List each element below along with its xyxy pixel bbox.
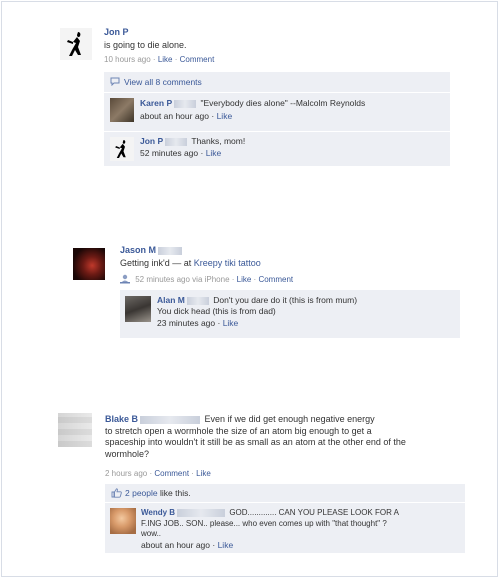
feed-story-2: Jason M Getting ink'd — at Kreepy tiki t… (73, 242, 463, 352)
comment-text-line-1: Don't you dare do it (this is from mum) (213, 295, 358, 305)
post-author[interactable]: Jason M (120, 245, 156, 255)
comment-1: Alan M Don't you dare do it (this is fro… (120, 290, 460, 339)
post-meta: 10 hours ago · Like · Comment (104, 55, 215, 64)
comment-time[interactable]: 23 minutes ago (157, 318, 215, 328)
comment-1: Karen P "Everybody dies alone" --Malcolm… (104, 93, 450, 132)
post-status: Getting ink'd — at Kreepy tiki tattoo (120, 258, 261, 268)
person-place-icon (120, 274, 130, 286)
post-time[interactable]: 52 minutes ago via iPhone (135, 275, 229, 284)
comment-link[interactable]: Comment (258, 275, 293, 284)
post-text-line-1: Even if we did get enough negative energ… (204, 414, 375, 424)
redacted-name (186, 296, 209, 305)
comment-text: "Everybody dies alone" --Malcolm Reynold… (200, 98, 366, 108)
like-link[interactable]: Like (158, 55, 173, 64)
comment-time[interactable]: about an hour ago (140, 111, 209, 121)
comment-link[interactable]: Comment (180, 55, 215, 64)
redacted-name (174, 99, 197, 108)
comment-bubble-icon (110, 77, 120, 88)
comment-text: Thanks, mom! (191, 136, 246, 146)
feed-story-3: Blake B Even if we did get enough negati… (58, 410, 468, 560)
comment-1: Wendy B GOD............. CAN YOU PLEASE … (105, 503, 465, 554)
like-link[interactable]: Like (196, 469, 211, 478)
like-link[interactable]: Like (237, 275, 252, 284)
comment-meta: about an hour ago · Like (140, 111, 233, 121)
avatar[interactable] (58, 413, 92, 447)
post-author[interactable]: Jon P (104, 27, 129, 37)
avatar[interactable] (125, 296, 151, 322)
like-link[interactable]: Like (223, 318, 239, 328)
view-all-comments-row[interactable]: View all 8 comments (104, 72, 450, 93)
avatar[interactable] (110, 508, 136, 534)
post-status: is going to die alone. (104, 40, 187, 50)
post-text-line-3: spaceship into wouldn't it still be as s… (105, 437, 406, 447)
comment-meta: about an hour ago · Like (141, 540, 234, 550)
avatar[interactable] (110, 98, 134, 122)
place-link[interactable]: Kreepy tiki tattoo (194, 258, 261, 268)
comment-author[interactable]: Karen P (140, 98, 172, 108)
comment-time[interactable]: 52 minutes ago (140, 148, 198, 158)
post-text-line-4: wormhole? (105, 448, 150, 459)
likes-suffix: like this. (160, 488, 191, 498)
comment-2: Jon P Thanks, mom! 52 minutes ago · Like (104, 132, 450, 167)
comment-text-line-1: GOD............. CAN YOU PLEASE LOOK FOR… (229, 508, 399, 517)
comment-author[interactable]: Wendy B (141, 508, 175, 517)
redacted-name (177, 508, 226, 517)
comment-text-line-2: F.ING JOB.. SON.. please... who even com… (141, 518, 387, 528)
redacted-name (158, 246, 183, 255)
comment-author[interactable]: Alan M (157, 295, 185, 305)
avatar[interactable] (60, 28, 92, 60)
avatar[interactable] (73, 248, 105, 280)
comment-author[interactable]: Jon P (140, 136, 163, 146)
comment-text-line-3: wow.. (141, 529, 162, 538)
likes-row: 2 people like this. (105, 484, 465, 503)
avatar[interactable] (110, 137, 134, 161)
post-text-line-2: to stretch open a wormhole the size of a… (105, 425, 372, 436)
like-link[interactable]: Like (206, 148, 222, 158)
post-author[interactable]: Blake B (105, 414, 138, 424)
like-link[interactable]: Like (218, 540, 234, 550)
comment-time[interactable]: about an hour ago (141, 540, 210, 550)
comment-link[interactable]: Comment (154, 469, 189, 478)
post-meta: 52 minutes ago via iPhone · Like · Comme… (120, 274, 293, 286)
feed-story-1: Jon P is going to die alone. 10 hours ag… (60, 22, 450, 192)
view-all-comments-link[interactable]: View all 8 comments (124, 77, 202, 87)
likes-count-link[interactable]: 2 people (125, 488, 158, 498)
post-time[interactable]: 10 hours ago (104, 55, 151, 64)
like-link[interactable]: Like (217, 111, 233, 121)
redacted-name (140, 415, 201, 424)
post-meta: 2 hours ago · Comment · Like (105, 469, 211, 478)
thumbs-up-icon (111, 488, 122, 500)
comment-meta: 52 minutes ago · Like (140, 148, 222, 158)
comment-text-line-2: You dick head (this is from dad) (157, 306, 276, 316)
post-time[interactable]: 2 hours ago (105, 469, 147, 478)
redacted-name (165, 137, 188, 146)
comment-meta: 23 minutes ago · Like (157, 318, 239, 328)
